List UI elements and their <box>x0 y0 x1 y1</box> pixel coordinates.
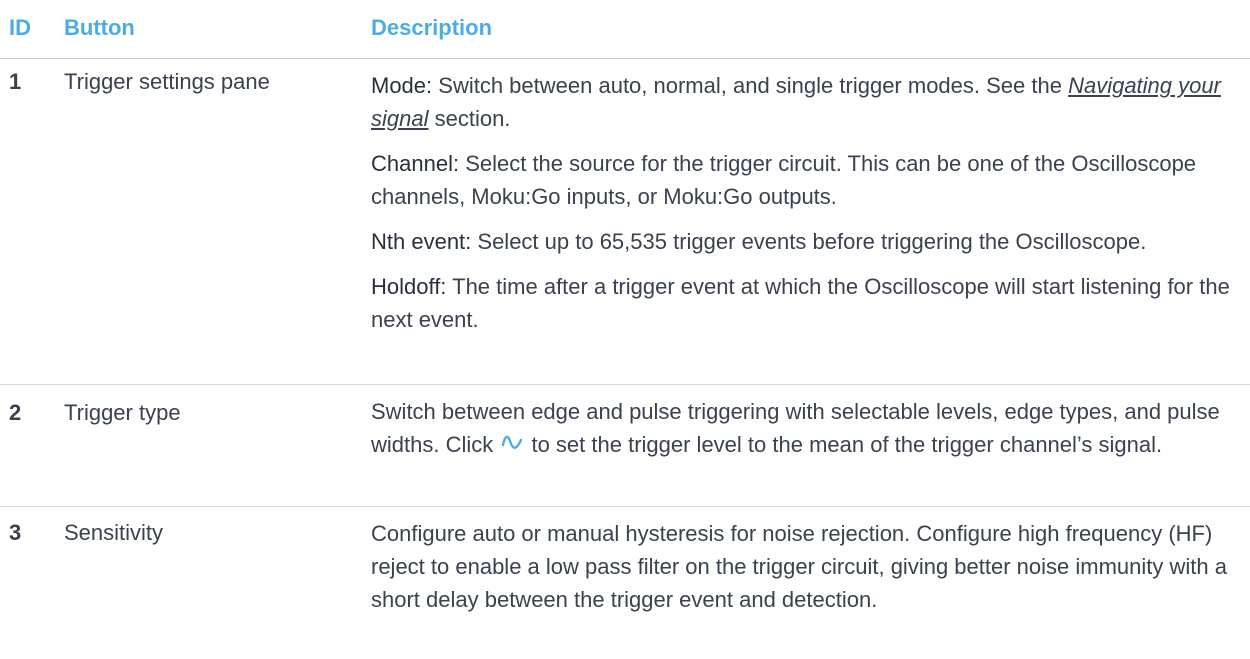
row-button-name: Trigger type <box>64 400 181 425</box>
channel-term: Channel: <box>371 151 460 176</box>
header-id: ID <box>9 15 31 40</box>
row-id: 1 <box>9 69 22 94</box>
holdoff-description: Holdoff: The time after a trigger event … <box>371 270 1231 336</box>
mode-term: Mode: <box>371 73 433 98</box>
description-table: ID Button Description 1 Trigger settings… <box>0 0 1250 659</box>
holdoff-term: Holdoff: <box>371 274 447 299</box>
row-description: Mode: Switch between auto, normal, and s… <box>371 69 1231 336</box>
header-description: Description <box>371 15 493 40</box>
row-button-name: Sensitivity <box>64 520 164 545</box>
row-button-name: Trigger settings pane <box>64 69 270 94</box>
nth-event-text: Select up to 65,535 trigger events befor… <box>471 229 1147 254</box>
table-row: 1 Trigger settings pane Mode: Switch bet… <box>0 59 1250 385</box>
mode-text-after-link: section. <box>428 106 511 131</box>
holdoff-text: The time after a trigger event at which … <box>371 274 1230 332</box>
row-description: Configure auto or manual hysteresis for … <box>371 517 1231 616</box>
header-button: Button <box>64 15 135 40</box>
nth-event-term: Nth event: <box>371 229 472 254</box>
sensitivity-description: Configure auto or manual hysteresis for … <box>371 521 1227 612</box>
channel-text: Select the source for the trigger circui… <box>371 151 1197 209</box>
table-header-row: ID Button Description <box>0 0 1250 59</box>
row-id: 2 <box>9 400 22 425</box>
table-row: 2 Trigger type Switch between edge and p… <box>0 385 1250 507</box>
table-row: 3 Sensitivity Configure auto or manual h… <box>0 507 1250 659</box>
mode-description: Mode: Switch between auto, normal, and s… <box>371 69 1231 135</box>
trigger-level-wave-icon <box>502 435 523 449</box>
nth-event-description: Nth event: Select up to 65,535 trigger e… <box>371 225 1231 258</box>
channel-description: Channel: Select the source for the trigg… <box>371 147 1231 213</box>
row-description: Switch between edge and pulse triggering… <box>371 395 1231 461</box>
mode-text-before-link: Switch between auto, normal, and single … <box>432 73 1069 98</box>
trigger-type-text-after-icon: to set the trigger level to the mean of … <box>525 432 1163 457</box>
row-id: 3 <box>9 520 22 545</box>
trigger-type-description: Switch between edge and pulse triggering… <box>371 395 1231 461</box>
